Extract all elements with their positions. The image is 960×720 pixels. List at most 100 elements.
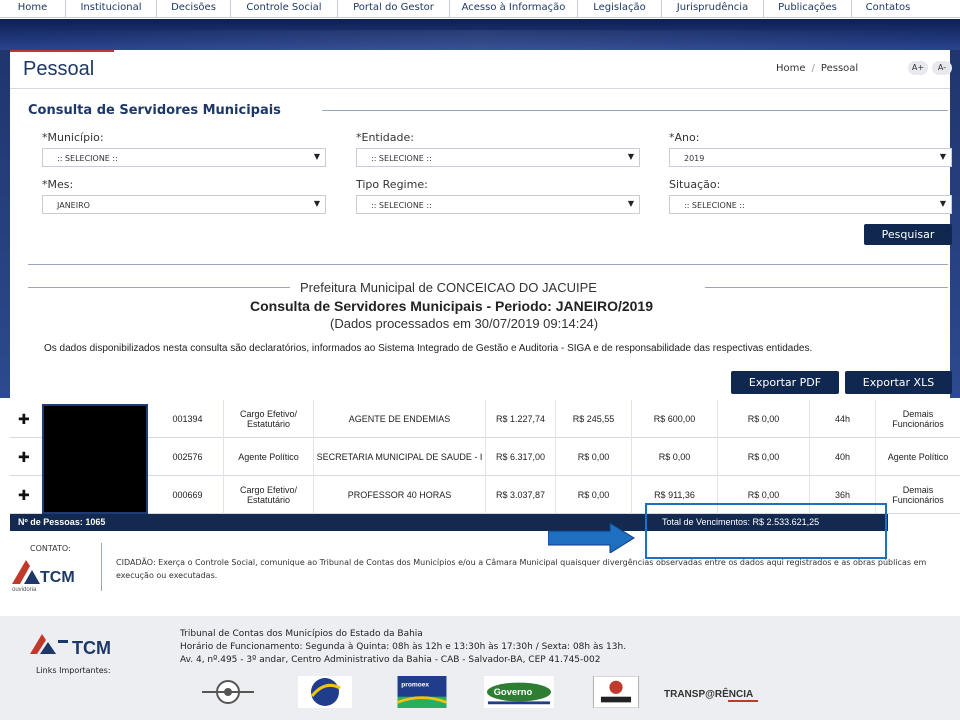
cell-cargo: AGENTE DE ENDEMIAS: [314, 400, 486, 438]
situacao-select[interactable]: :: SELECIONE :: ▼: [669, 195, 952, 214]
promoex-logo-text: promoex: [401, 681, 429, 688]
cell-matricula: 002576: [152, 438, 224, 476]
ano-label: *Ano:: [669, 131, 700, 144]
expand-icon[interactable]: ✚: [18, 412, 30, 428]
tcm-logo[interactable]: TCM: [28, 632, 148, 658]
mes-value: JANEIRO: [57, 201, 90, 210]
links-label: Links Importantes:: [36, 666, 111, 675]
ano-value: 2019: [684, 154, 705, 163]
cell-valor-1: R$ 0,00: [556, 438, 632, 476]
situacao-value: :: SELECIONE ::: [684, 201, 745, 210]
prefeitura-name: Prefeitura Municipal de CONCEICAO DO JAC…: [300, 280, 597, 295]
promoex-logo[interactable]: promoex: [396, 676, 448, 708]
expand-icon[interactable]: ✚: [18, 488, 30, 504]
export-pdf-button[interactable]: Exportar PDF: [731, 371, 839, 394]
breadcrumb-separator: /: [811, 63, 815, 74]
globe-logo[interactable]: [298, 676, 352, 708]
governo-logo[interactable]: Governo: [482, 676, 556, 708]
contact-label: CONTATO:: [30, 544, 71, 553]
nav-home[interactable]: Home: [0, 0, 66, 18]
municipio-label: *Município:: [42, 131, 104, 144]
cell-valor-2: R$ 0,00: [632, 438, 718, 476]
footer-line-1: Tribunal de Contas dos Municípios do Est…: [180, 629, 423, 639]
mes-select[interactable]: JANEIRO ▼: [42, 195, 326, 214]
expand-icon[interactable]: ✚: [18, 450, 30, 466]
nav-publicacoes[interactable]: Publicações: [764, 0, 852, 18]
chevron-down-icon: ▼: [939, 152, 946, 161]
cell-salario: R$ 6.317,00: [486, 438, 556, 476]
cell-valor-1: R$ 0,00: [556, 476, 632, 514]
municipio-value: :: SELECIONE ::: [57, 154, 118, 163]
cell-valor-1: R$ 245,55: [556, 400, 632, 438]
mes-label: *Mes:: [42, 178, 74, 191]
cell-valor-3: R$ 0,00: [718, 438, 810, 476]
cell-salario: R$ 3.037,87: [486, 476, 556, 514]
arrow-right-icon: [548, 523, 635, 553]
tcm-ouvidoria-logo[interactable]: TCM ouvidoria: [10, 554, 90, 592]
banner-shade: [0, 30, 960, 52]
cell-valor-3: R$ 0,00: [718, 400, 810, 438]
footer-logo-text: TCM: [72, 638, 111, 658]
processed-timestamp: (Dados processados em 30/07/2019 09:14:2…: [330, 316, 599, 331]
ouvidoria-badge-logo[interactable]: [592, 676, 640, 708]
results-divider: [28, 264, 948, 265]
cell-categoria: Demais Funcionários: [892, 409, 944, 429]
search-button[interactable]: Pesquisar: [864, 224, 952, 245]
municipio-select[interactable]: :: SELECIONE :: ▼: [42, 148, 326, 167]
chevron-down-icon: ▼: [627, 199, 634, 208]
left-rail: [0, 50, 10, 398]
ano-select[interactable]: 2019 ▼: [669, 148, 952, 167]
chevron-down-icon: ▼: [313, 152, 320, 161]
nav-portal-gestor[interactable]: Portal do Gestor: [338, 0, 450, 18]
nav-decisoes[interactable]: Decisões: [157, 0, 231, 18]
cell-salario: R$ 1.227,74: [486, 400, 556, 438]
regime-value: :: SELECIONE ::: [371, 201, 432, 210]
contact-logo-sub: ouvidoria: [12, 587, 37, 592]
nav-legislacao[interactable]: Legislação: [578, 0, 662, 18]
contact-logo-text: TCM: [40, 569, 75, 586]
export-xls-button[interactable]: Exportar XLS: [845, 371, 952, 394]
chevron-down-icon: ▼: [627, 152, 634, 161]
title-accent: [10, 50, 114, 52]
transparencia-logo[interactable]: TRANSP@RÊNCIA: [664, 676, 764, 708]
nav-acesso-informacao[interactable]: Acesso à Informação: [450, 0, 578, 18]
highlight-box: [645, 503, 887, 559]
footer-line-3: Av. 4, nº.495 - 3º andar, Centro Adminis…: [180, 655, 601, 665]
footer-line-2: Horário de Funcionamento: Segunda à Quin…: [180, 642, 627, 652]
cell-tipo: Cargo Efetivo/ Estatutário: [224, 400, 314, 438]
situacao-label: Situação:: [669, 178, 721, 191]
entidade-select[interactable]: :: SELECIONE :: ▼: [356, 148, 640, 167]
chevron-down-icon: ▼: [939, 199, 946, 208]
nav-contatos[interactable]: Contatos: [852, 0, 924, 18]
footer-info: Tribunal de Contas dos Municípios do Est…: [180, 628, 626, 667]
cell-categoria: Agente Político: [887, 452, 949, 462]
results-title: Consulta de Servidores Municipais - Peri…: [250, 298, 653, 314]
nav-institucional[interactable]: Institucional: [66, 0, 157, 18]
cell-tipo: Cargo Efetivo/ Estatutário: [224, 476, 314, 514]
cell-matricula: 000669: [152, 476, 224, 514]
top-navigation: Home Institucional Decisões Controle Soc…: [0, 0, 960, 18]
seal-logo[interactable]: [198, 676, 258, 708]
cell-matricula: 001394: [152, 400, 224, 438]
chevron-down-icon: ▼: [313, 199, 320, 208]
table-row: ✚ 001394 Cargo Efetivo/ Estatutário AGEN…: [10, 400, 960, 438]
breadcrumb: Home / Pessoal: [776, 63, 858, 74]
breadcrumb-home[interactable]: Home: [776, 63, 806, 74]
contact-divider: [101, 543, 102, 591]
regime-select[interactable]: :: SELECIONE :: ▼: [356, 195, 640, 214]
breadcrumb-current: Pessoal: [820, 63, 859, 74]
regime-label: Tipo Regime:: [356, 178, 428, 191]
cell-tipo: Agente Político: [224, 438, 314, 476]
cell-cargo: SECRETARIA MUNICIPAL DE SAUDE - I: [314, 438, 486, 476]
font-decrease-button[interactable]: A-: [932, 61, 952, 75]
cell-categoria: Demais Funcionários: [892, 485, 944, 505]
people-count: Nº de Pessoas: 1065: [18, 517, 106, 527]
cell-cargo: PROFESSOR 40 HORAS: [314, 476, 486, 514]
cell-valor-2: R$ 600,00: [632, 400, 718, 438]
nav-controle-social[interactable]: Controle Social: [231, 0, 338, 18]
font-increase-button[interactable]: A+: [908, 61, 928, 75]
nav-jurisprudencia[interactable]: Jurisprudência: [662, 0, 764, 18]
transparencia-logo-text: TRANSP@RÊNCIA: [664, 687, 753, 700]
section-divider: [322, 110, 948, 111]
title-separator: [10, 88, 950, 89]
